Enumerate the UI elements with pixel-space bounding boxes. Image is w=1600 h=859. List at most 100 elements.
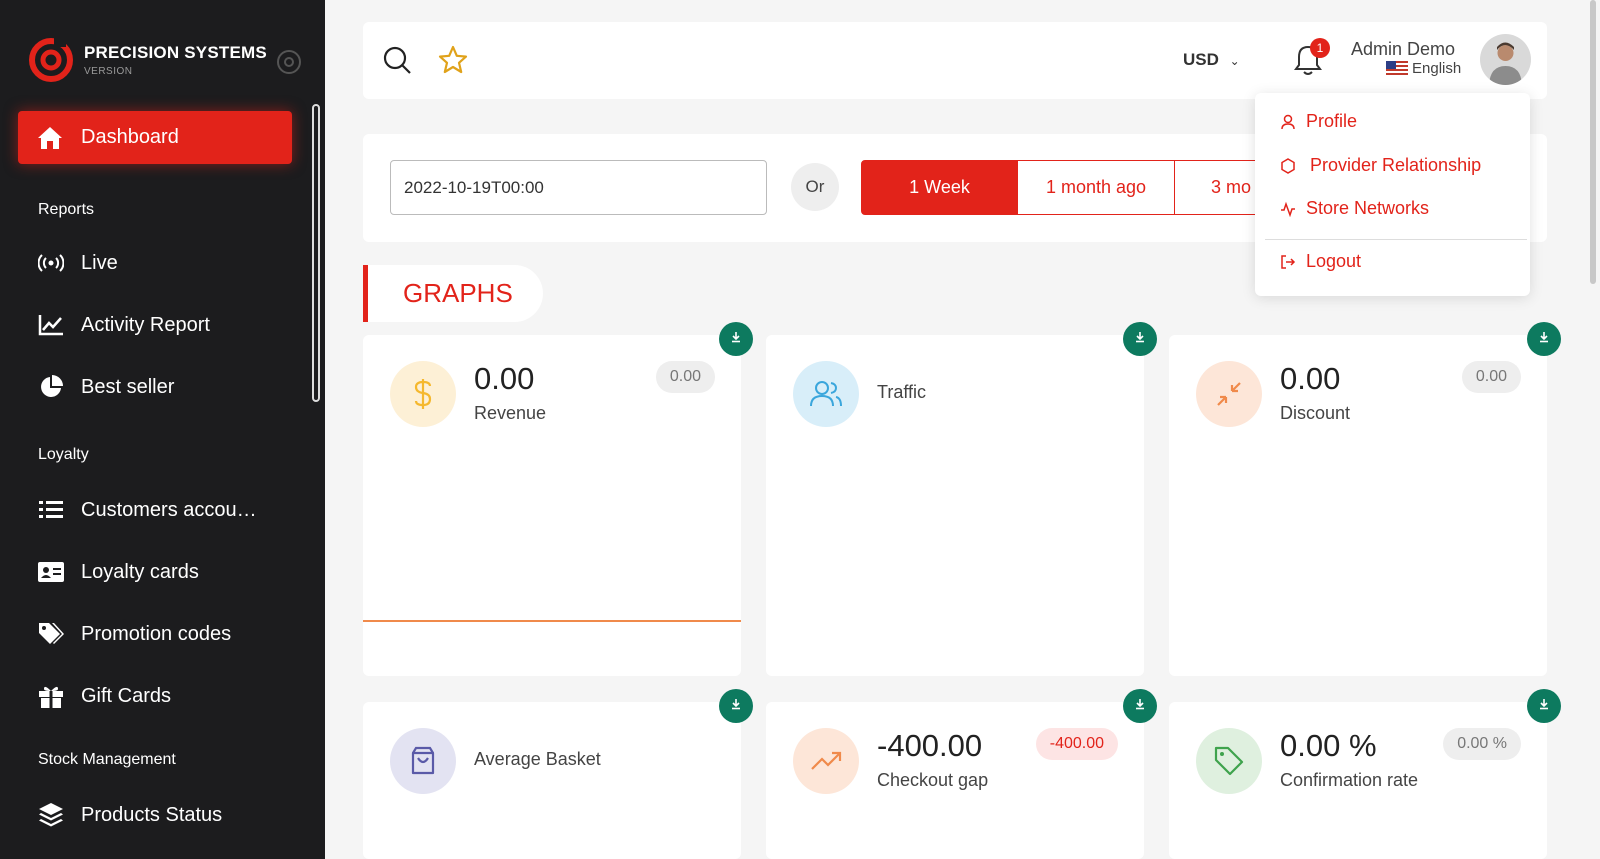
currency-selector[interactable]: USD ⌄ xyxy=(1183,50,1240,70)
card-average-basket: Average Basket xyxy=(363,702,741,859)
sidebar-item-label: Loyalty cards xyxy=(81,560,199,583)
card-label: Traffic xyxy=(877,382,927,402)
sidebar-item-loyalty-cards[interactable]: Loyalty cards xyxy=(37,558,199,586)
card-badge: -400.00 xyxy=(1035,728,1118,760)
sidebar-item-label: Promotion codes xyxy=(81,622,232,645)
card-badge: 0.00 xyxy=(655,361,715,393)
id-card-icon xyxy=(37,558,65,586)
card-revenue: 0.00 Revenue 0.00 xyxy=(363,335,741,676)
card-label: Revenue xyxy=(474,403,547,423)
trending-up-icon xyxy=(793,728,859,794)
card-label: Average Basket xyxy=(474,749,601,769)
download-button[interactable] xyxy=(1123,322,1157,356)
menu-item-provider-relationship[interactable]: Provider Relationship xyxy=(1279,155,1481,176)
download-button[interactable] xyxy=(1527,689,1561,723)
chevron-down-icon: ⌄ xyxy=(1229,54,1240,68)
currency-value: USD xyxy=(1183,50,1219,69)
sidebar-item-best-seller[interactable]: Best seller xyxy=(37,373,174,401)
card-label: Confirmation rate xyxy=(1280,770,1419,790)
gift-icon xyxy=(37,682,65,710)
card-value: 0.00 xyxy=(474,361,535,396)
sidebar-item-label: Best seller xyxy=(81,375,175,398)
sidebar-item-activity-report[interactable]: Activity Report xyxy=(37,311,210,339)
menu-divider xyxy=(1265,239,1527,240)
page-scrollbar[interactable] xyxy=(1590,0,1596,284)
download-icon xyxy=(1134,330,1146,348)
us-flag-icon xyxy=(1386,61,1408,76)
sidebar-item-products-status[interactable]: Products Status xyxy=(37,801,222,829)
sidebar-item-label: Activity Report xyxy=(81,313,210,336)
language-selector[interactable]: English xyxy=(1386,60,1461,77)
download-button[interactable] xyxy=(719,689,753,723)
sidebar-item-gift-cards[interactable]: Gift Cards xyxy=(37,682,171,710)
sidebar-toggle-icon[interactable] xyxy=(277,50,301,74)
date-input[interactable] xyxy=(390,160,767,215)
card-confirmation-rate: 0.00 % Confirmation rate 0.00 % xyxy=(1169,702,1547,859)
broadcast-icon xyxy=(37,249,65,277)
user-icon xyxy=(1279,113,1297,131)
download-button[interactable] xyxy=(1527,322,1561,356)
sidebar-item-label: Gift Cards xyxy=(81,684,172,707)
card-label: Discount xyxy=(1280,403,1351,423)
brand-logo-icon xyxy=(28,37,74,83)
hexagon-icon xyxy=(1279,157,1297,175)
range-1-month-button[interactable]: 1 month ago xyxy=(1018,160,1175,215)
sidebar-item-promotion-codes[interactable]: Promotion codes xyxy=(37,620,231,648)
or-label: Or xyxy=(791,163,839,211)
menu-item-store-networks[interactable]: Store Networks xyxy=(1279,198,1429,219)
download-icon xyxy=(1538,697,1550,715)
sidebar-item-live[interactable]: Live xyxy=(37,249,118,277)
notifications-badge: 1 xyxy=(1310,38,1330,58)
download-button[interactable] xyxy=(1123,689,1157,723)
sidebar: PRECISION SYSTEMS VERSION Dashboard Repo… xyxy=(0,0,325,859)
sidebar-item-customers-accounts[interactable]: Customers accou… xyxy=(37,496,257,524)
tag-icon xyxy=(1196,728,1262,794)
card-value: 0.00 xyxy=(1280,361,1341,396)
logout-icon xyxy=(1279,253,1297,271)
activity-icon xyxy=(1279,200,1297,218)
brand[interactable]: PRECISION SYSTEMS VERSION xyxy=(28,37,267,83)
section-stock-management: Stock Management xyxy=(38,751,176,768)
menu-item-profile[interactable]: Profile xyxy=(1279,111,1357,132)
menu-item-label: Profile xyxy=(1306,111,1358,131)
card-label: Checkout gap xyxy=(877,770,989,790)
card-value: 0.00 % xyxy=(1280,728,1377,763)
users-icon xyxy=(793,361,859,427)
search-icon[interactable] xyxy=(383,46,411,79)
card-traffic: Traffic xyxy=(766,335,1144,676)
sidebar-item-label: Dashboard xyxy=(81,126,179,148)
section-reports: Reports xyxy=(38,201,95,218)
card-discount: 0.00 Discount 0.00 xyxy=(1169,335,1547,676)
sidebar-scrollbar[interactable] xyxy=(312,104,320,402)
brand-name: PRECISION SYSTEMS xyxy=(84,43,267,62)
menu-item-logout[interactable]: Logout xyxy=(1279,251,1361,272)
download-icon xyxy=(1134,697,1146,715)
line-chart-icon xyxy=(37,311,65,339)
pie-chart-icon xyxy=(37,373,65,401)
download-icon xyxy=(730,330,742,348)
section-title-graphs: GRAPHS xyxy=(363,265,543,322)
star-icon[interactable] xyxy=(438,45,468,80)
download-button[interactable] xyxy=(719,322,753,356)
section-loyalty: Loyalty xyxy=(38,446,89,463)
range-1-week-button[interactable]: 1 Week xyxy=(861,160,1018,215)
top-bar: USD ⌄ 1 Admin Demo English xyxy=(363,22,1547,99)
card-badge: 0.00 xyxy=(1461,361,1521,393)
user-name[interactable]: Admin Demo xyxy=(1351,39,1455,60)
language-label: English xyxy=(1412,60,1462,77)
avatar[interactable] xyxy=(1480,34,1531,85)
shopping-bag-icon xyxy=(390,728,456,794)
download-icon xyxy=(730,697,742,715)
menu-item-label: Provider Relationship xyxy=(1310,155,1482,175)
card-checkout-gap: -400.00 Checkout gap -400.00 xyxy=(766,702,1144,859)
layers-icon xyxy=(37,801,65,829)
sidebar-item-label: Products Status xyxy=(81,803,223,826)
list-icon xyxy=(37,496,65,524)
range-selector: 1 Week 1 month ago 3 mo xyxy=(861,160,1275,215)
card-badge: 0.00 % xyxy=(1443,728,1521,760)
compress-icon xyxy=(1196,361,1262,427)
sidebar-item-dashboard[interactable]: Dashboard xyxy=(18,111,292,164)
brand-subtitle: VERSION xyxy=(84,66,133,77)
dollar-icon xyxy=(390,361,456,427)
download-icon xyxy=(1538,330,1550,348)
